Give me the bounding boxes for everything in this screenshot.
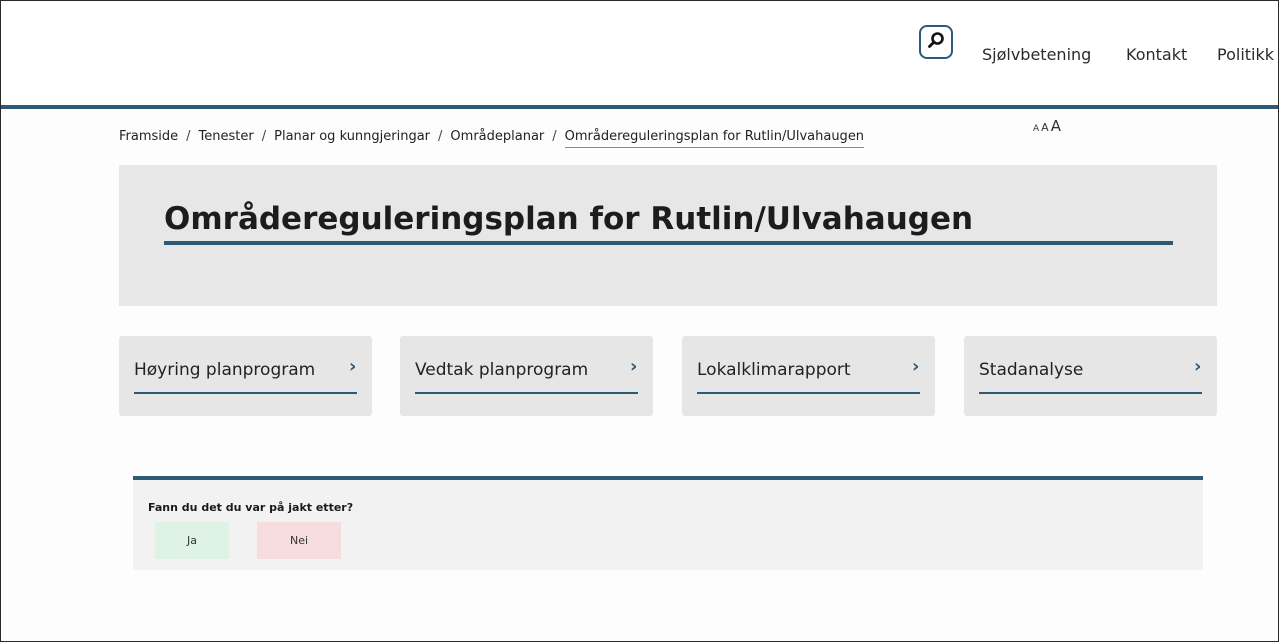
- link-card-lokalklimarapport[interactable]: Lokalklimarapport ›: [682, 336, 935, 416]
- card-label: Vedtak planprogram: [415, 360, 589, 380]
- chevron-right-icon: ›: [349, 356, 357, 377]
- card-underline: [979, 392, 1202, 394]
- title-panel: Områdereguleringsplan for Rutlin/Ulvahau…: [119, 165, 1217, 306]
- search-icon: [927, 31, 945, 54]
- font-size-medium-button[interactable]: A: [1041, 121, 1049, 134]
- feedback-question: Fann du det du var på jakt etter?: [148, 501, 354, 514]
- card-label: Høyring planprogram: [134, 360, 316, 380]
- chevron-right-icon: ›: [1194, 356, 1202, 377]
- breadcrumb-item-tenester[interactable]: Tenester: [199, 129, 254, 144]
- breadcrumb-separator: /: [552, 129, 557, 144]
- title-underline: [164, 241, 1173, 245]
- font-size-small-button[interactable]: A: [1033, 124, 1039, 134]
- nav-link-sjolvbetening[interactable]: Sjølvbetening: [982, 45, 1091, 64]
- search-button[interactable]: [919, 25, 953, 59]
- link-card-hoyring-planprogram[interactable]: Høyring planprogram ›: [119, 336, 372, 416]
- card-label: Lokalklimarapport: [697, 360, 851, 380]
- breadcrumb-separator: /: [186, 129, 191, 144]
- breadcrumb-item-planar[interactable]: Planar og kunngjeringar: [274, 129, 430, 144]
- card-underline: [134, 392, 357, 394]
- feedback-panel: Fann du det du var på jakt etter? Ja Nei: [133, 476, 1203, 570]
- link-card-vedtak-planprogram[interactable]: Vedtak planprogram ›: [400, 336, 653, 416]
- page-title: Områdereguleringsplan for Rutlin/Ulvahau…: [164, 201, 974, 237]
- breadcrumb: Framside / Tenester / Planar og kunngjer…: [119, 129, 865, 148]
- card-label: Stadanalyse: [979, 360, 1084, 380]
- link-card-stadanalyse[interactable]: Stadanalyse ›: [964, 336, 1217, 416]
- browser-viewport: Sjølvbetening Kontakt Politikk Framside …: [0, 0, 1279, 642]
- breadcrumb-current: Områdereguleringsplan for Rutlin/Ulvahau…: [564, 129, 865, 148]
- feedback-yes-button[interactable]: Ja: [155, 522, 229, 559]
- nav-link-politikk[interactable]: Politikk: [1217, 45, 1274, 64]
- breadcrumb-separator: /: [438, 129, 443, 144]
- breadcrumb-item-framside[interactable]: Framside: [119, 129, 178, 144]
- nav-link-kontakt[interactable]: Kontakt: [1126, 45, 1187, 64]
- chevron-right-icon: ›: [630, 356, 638, 377]
- feedback-no-button[interactable]: Nei: [257, 522, 341, 559]
- site-header: Sjølvbetening Kontakt Politikk: [1, 1, 1278, 109]
- font-size-selector: A A A: [1033, 117, 1061, 135]
- font-size-large-button[interactable]: A: [1051, 117, 1061, 135]
- card-underline: [697, 392, 920, 394]
- breadcrumb-item-omradeplanar[interactable]: Områdeplanar: [450, 129, 544, 144]
- card-underline: [415, 392, 638, 394]
- chevron-right-icon: ›: [912, 356, 920, 377]
- breadcrumb-separator: /: [261, 129, 267, 144]
